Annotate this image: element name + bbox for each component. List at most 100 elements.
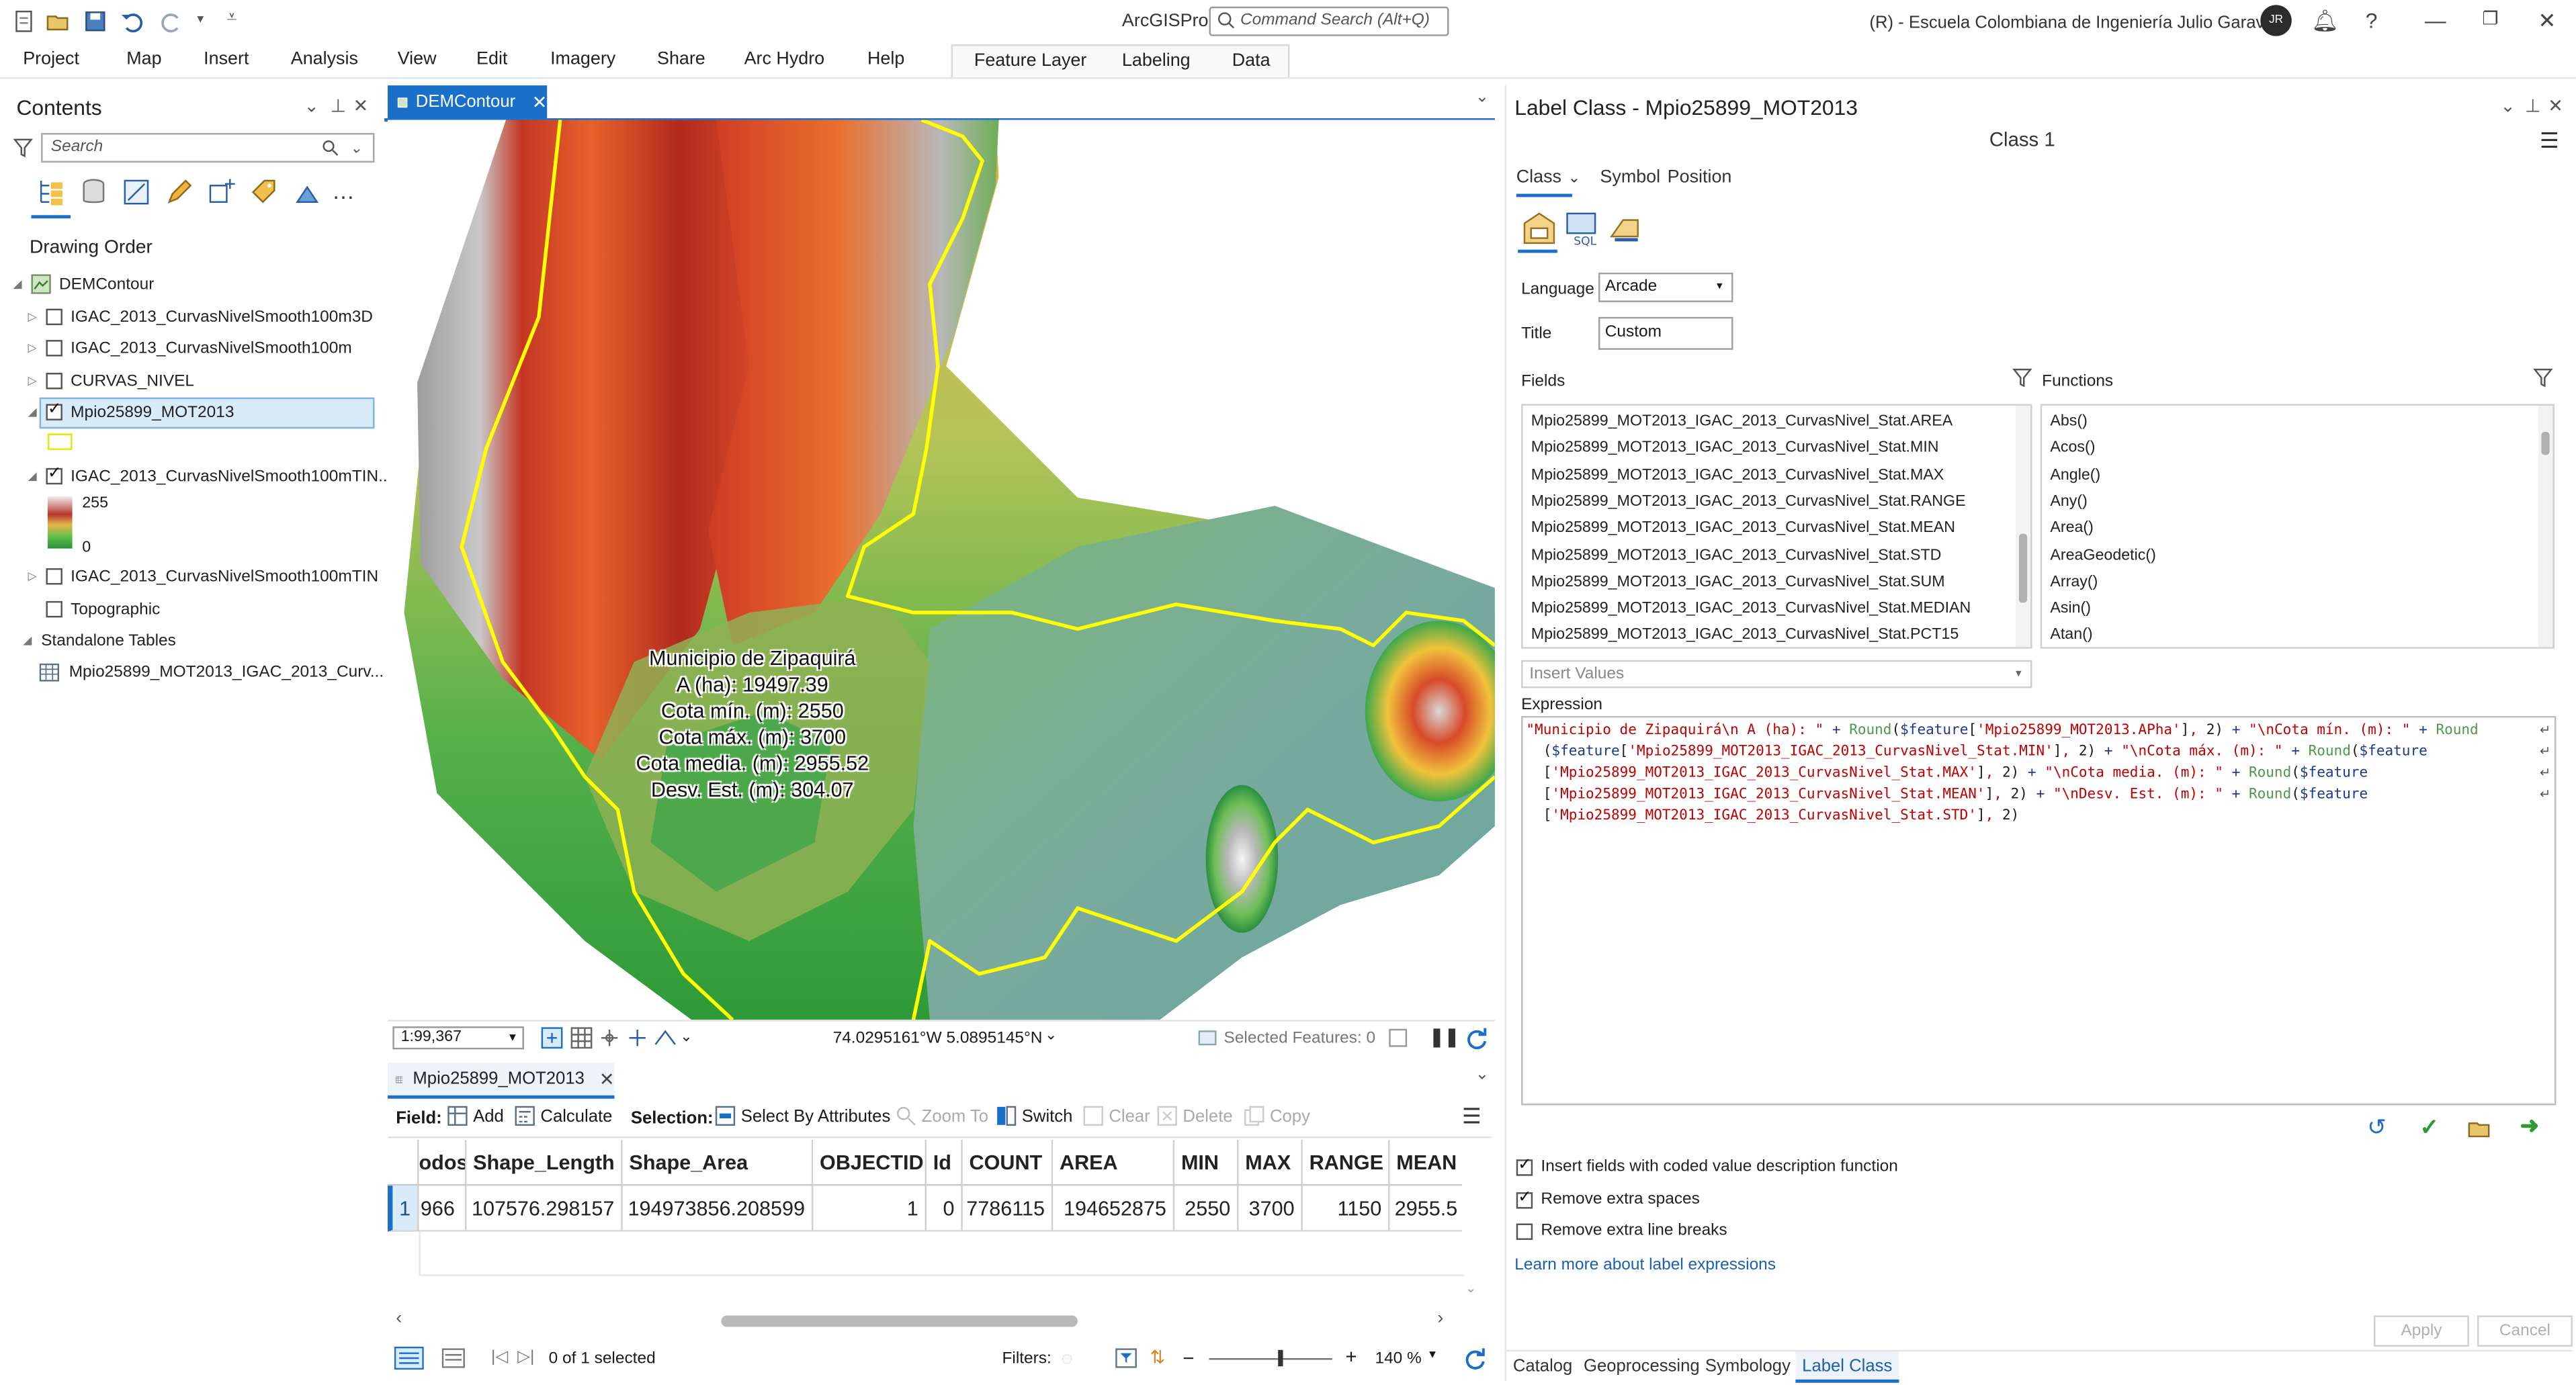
zoom-slider-thumb[interactable] <box>1278 1349 1283 1367</box>
customize-toolbar-icon[interactable]: ⩡ <box>226 8 237 30</box>
column-header[interactable]: Shape_Length <box>466 1139 623 1186</box>
column-header[interactable]: MEAN <box>1389 1139 1463 1186</box>
tree-layer-item[interactable]: Topographic <box>28 594 160 624</box>
minimize-icon[interactable]: — <box>2425 8 2446 33</box>
option-remove-extra-spaces[interactable]: Remove extra spaces <box>1516 1188 1700 1209</box>
command-search-input[interactable]: Command Search (Alt+Q) <box>1209 6 1449 36</box>
function-item[interactable]: Acos() <box>2050 439 2095 457</box>
extent-filter-icon[interactable]: ◌ <box>1061 1347 1072 1370</box>
table-cell[interactable]: 966 <box>419 1186 467 1232</box>
column-header[interactable]: odos <box>419 1139 467 1186</box>
field-item[interactable]: Mpio25899_MOT2013_IGAC_2013_CurvasNivel_… <box>1531 466 1944 484</box>
tab-arc-hydro[interactable]: Arc Hydro <box>744 49 825 69</box>
redo-icon[interactable] <box>161 10 184 33</box>
navigation-icon[interactable] <box>652 1026 679 1049</box>
tab-view[interactable]: View <box>398 49 437 69</box>
add-field-button[interactable]: Add <box>447 1105 504 1126</box>
function-item[interactable]: Atan() <box>2050 626 2092 644</box>
tab-feature-layer[interactable]: Feature Layer <box>974 51 1086 71</box>
column-header[interactable]: Id <box>926 1139 963 1186</box>
pause-drawing-icon[interactable]: ❚❚ <box>1429 1026 1459 1048</box>
table-cell[interactable]: 194973856.208599 <box>622 1186 814 1232</box>
save-project-icon[interactable] <box>84 10 107 33</box>
standalone-tables-node[interactable]: ◢ Standalone Tables <box>23 626 176 656</box>
tab-attribute-table[interactable]: Mpio25899_MOT2013 ✕ <box>388 1062 615 1099</box>
undo-icon[interactable] <box>120 10 143 33</box>
tab-imagery[interactable]: Imagery <box>550 49 615 69</box>
field-item[interactable]: Mpio25899_MOT2013_IGAC_2013_CurvasNivel_… <box>1531 626 1959 644</box>
column-header[interactable]: AREA <box>1053 1139 1175 1186</box>
options-dropdown-icon[interactable]: ⌄ <box>680 1028 692 1046</box>
tree-layer-item-selected[interactable]: ◢ Mpio25899_MOT2013 <box>28 398 234 427</box>
refresh-icon[interactable] <box>1463 1347 1486 1370</box>
refresh-icon[interactable] <box>1465 1026 1488 1050</box>
polygon-symbol-swatch[interactable] <box>47 433 73 450</box>
scroll-left-icon[interactable]: ‹ <box>396 1309 402 1329</box>
help-icon[interactable]: ? <box>2366 8 2378 33</box>
tree-layer-item[interactable]: ▷ IGAC_2013_CurvasNivelSmooth100m3D <box>28 302 373 332</box>
fixed-zoom-icon[interactable] <box>540 1026 563 1049</box>
tab-class[interactable]: Class ⌄ <box>1516 167 1581 187</box>
tab-label-class[interactable]: Label Class <box>1795 1351 1899 1383</box>
pane-menu-icon[interactable]: ⌄ <box>304 95 319 116</box>
zoom-slider[interactable] <box>1209 1358 1332 1360</box>
tree-layer-item[interactable]: ▷ CURVAS_NIVEL <box>28 366 194 396</box>
more-options-icon[interactable]: … <box>332 177 355 204</box>
list-by-selection-icon[interactable] <box>122 177 151 207</box>
table-cell[interactable]: 107576.298157 <box>466 1186 623 1232</box>
table-cell[interactable]: 1 <box>813 1186 927 1232</box>
horizontal-scrollbar[interactable]: ‹ › <box>388 1309 1459 1332</box>
expand-arrow-icon[interactable]: ▷ <box>28 374 42 388</box>
layer-visibility-checkbox[interactable] <box>46 600 62 618</box>
scrollbar-thumb[interactable] <box>721 1315 1078 1327</box>
fields-scrollbar-thumb[interactable] <box>2018 533 2028 603</box>
option-remove-extra-line-breaks[interactable]: Remove extra line breaks <box>1516 1222 1727 1240</box>
table-filter-icon[interactable] <box>1115 1348 1137 1368</box>
function-item[interactable]: Any() <box>2050 493 2088 511</box>
tree-layer-item[interactable]: ◢ IGAC_2013_CurvasNivelSmooth100mTIN... <box>28 461 392 491</box>
contents-search-input[interactable]: Search ⌄ <box>41 133 375 163</box>
expand-arrow-icon[interactable]: ▷ <box>28 310 42 324</box>
table-cell[interactable]: 194652875 <box>1053 1186 1175 1232</box>
tab-data[interactable]: Data <box>1232 51 1271 71</box>
table-cell[interactable]: 3700 <box>1238 1186 1303 1232</box>
collapse-arrow-icon[interactable]: ◢ <box>13 277 27 291</box>
field-item[interactable]: Mpio25899_MOT2013_IGAC_2013_CurvasNivel_… <box>1531 599 1971 617</box>
tab-map[interactable]: Map <box>126 49 161 69</box>
tab-analysis[interactable]: Analysis <box>291 49 358 69</box>
field-item[interactable]: Mpio25899_MOT2013_IGAC_2013_CurvasNivel_… <box>1531 412 1952 431</box>
collapse-arrow-icon[interactable]: ◢ <box>23 634 36 647</box>
column-header[interactable]: MAX <box>1238 1139 1303 1186</box>
table-cell[interactable]: 1150 <box>1302 1186 1390 1232</box>
zoom-dropdown-icon[interactable]: ▾ <box>1429 1347 1436 1361</box>
function-item[interactable]: Abs() <box>2050 412 2088 431</box>
layer-visibility-checkbox[interactable] <box>46 308 62 326</box>
tab-edit[interactable]: Edit <box>476 49 507 69</box>
scroll-down-icon[interactable]: ⌄ <box>1465 1281 1476 1296</box>
table-cell[interactable]: 7786115 <box>962 1186 1054 1232</box>
tab-geoprocessing[interactable]: Geoprocessing <box>1584 1357 1700 1376</box>
load-expression-icon[interactable] <box>2467 1118 2490 1138</box>
undo-expression-icon[interactable]: ↺ <box>2367 1114 2387 1142</box>
clear-selection-button[interactable]: Clear <box>1082 1105 1150 1126</box>
field-item[interactable]: Mpio25899_MOT2013_IGAC_2013_CurvasNivel_… <box>1531 493 1966 511</box>
tab-symbology[interactable]: Symbology <box>1705 1357 1791 1376</box>
checkbox[interactable] <box>1516 1155 1533 1175</box>
class-menu-icon[interactable]: ☰ <box>2540 128 2559 154</box>
select-by-attributes-button[interactable]: Select By Attributes <box>715 1105 890 1126</box>
pin-icon[interactable]: ⊥ <box>330 95 345 116</box>
show-all-records-icon[interactable] <box>394 1346 424 1370</box>
first-record-icon[interactable]: |◁ <box>491 1348 508 1366</box>
collapse-arrow-icon[interactable]: ◢ <box>28 470 42 483</box>
function-item[interactable]: Array() <box>2050 573 2098 591</box>
label-expression-icon[interactable] <box>1521 210 1557 247</box>
zoom-out-icon[interactable]: − <box>1183 1347 1194 1370</box>
sql-query-icon[interactable]: SQL <box>1564 210 1600 247</box>
pin-icon[interactable]: ⊥ <box>2525 95 2540 116</box>
tab-overflow-icon[interactable]: ⌄ <box>1475 1066 1490 1084</box>
tab-share[interactable]: Share <box>657 49 705 69</box>
apply-button[interactable]: Apply <box>2374 1315 2469 1347</box>
calculate-field-button[interactable]: Calculate <box>514 1105 612 1126</box>
table-cell[interactable]: 2550 <box>1174 1186 1239 1232</box>
function-item[interactable]: Asin() <box>2050 599 2091 617</box>
